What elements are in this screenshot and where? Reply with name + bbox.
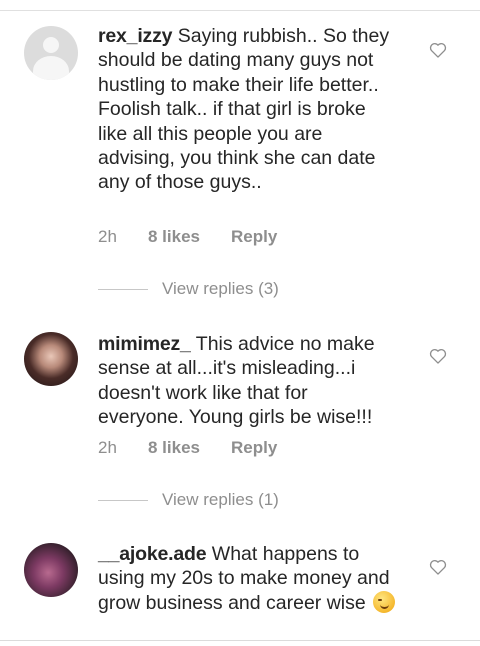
user-avatar[interactable]	[24, 332, 78, 386]
comment-username[interactable]: __ajoke.ade	[98, 543, 207, 565]
heart-outline-icon[interactable]	[428, 346, 448, 366]
view-replies-label: View replies (1)	[162, 490, 279, 509]
user-avatar[interactable]	[24, 543, 78, 597]
user-avatar[interactable]	[24, 26, 78, 80]
reply-button[interactable]: Reply	[231, 437, 277, 459]
comment-text-block: rex_izzy Saying rubbish.. So they should…	[98, 24, 398, 195]
comment-timestamp: 2h	[98, 227, 117, 246]
replies-divider-line	[98, 289, 148, 290]
heart-outline-icon[interactable]	[428, 40, 448, 60]
top-divider	[0, 0, 480, 11]
default-avatar-icon	[43, 37, 59, 53]
comment-text-block: __ajoke.ade What happens to using my 20s…	[98, 542, 398, 615]
comment-timestamp: 2h	[98, 438, 117, 457]
heart-outline-icon[interactable]	[428, 557, 448, 577]
comment-username[interactable]: mimimez_	[98, 333, 191, 355]
comment-text-block: mimimez_ This advice no make sense at al…	[98, 332, 398, 430]
reply-button[interactable]: Reply	[231, 226, 277, 248]
bottom-divider	[0, 640, 480, 641]
likes-count-link[interactable]: 8 likes	[148, 437, 200, 459]
comment-body: Saying rubbish.. So they should be datin…	[98, 25, 390, 194]
comment-username[interactable]: rex_izzy	[98, 25, 172, 47]
replies-divider-line	[98, 500, 148, 501]
view-replies-label: View replies (3)	[162, 279, 279, 298]
likes-count-link[interactable]: 8 likes	[148, 226, 200, 248]
smirking-face-emoji	[373, 590, 396, 613]
